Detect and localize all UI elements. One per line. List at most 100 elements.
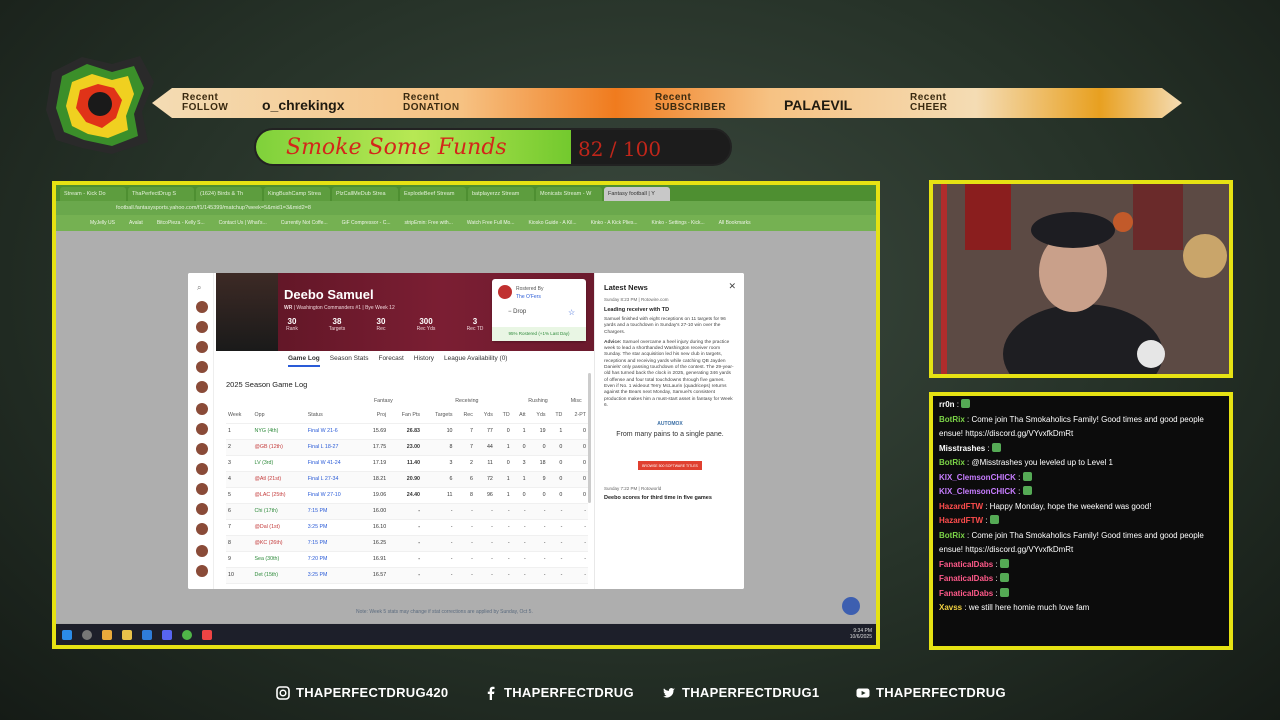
column-header[interactable]: Opp [252,408,306,424]
avatar[interactable] [196,341,208,353]
tab-game-log[interactable]: Game Log [288,355,320,367]
column-header[interactable]: Rec [454,408,475,424]
bookmark[interactable]: GiF Compressor - C... [342,220,391,231]
avatar[interactable] [196,463,208,475]
ad-automox[interactable]: AUTOMOX From many pains to a single pane… [604,421,736,471]
bookmark-all[interactable]: All Bookmarks [719,220,751,231]
avatar[interactable] [196,423,208,435]
table-scrollbar[interactable] [588,373,591,503]
chrome-green-icon[interactable] [182,629,192,640]
column-header[interactable]: Status [305,408,362,424]
windows-start-icon[interactable] [62,629,72,640]
chat-username[interactable]: KIX_ClemsonCHICK [939,473,1016,482]
column-header[interactable]: Targets [422,408,455,424]
table-cell[interactable]: @Dal (1st) [252,519,306,536]
bookmark[interactable]: MyJelly US [90,220,115,231]
chat-bubble-icon[interactable] [842,597,860,615]
bookmark[interactable]: Kinko - Settings - Kick... [652,220,705,231]
column-header[interactable]: 2-PT [564,408,588,424]
avatar[interactable] [196,565,208,577]
avatar[interactable] [196,301,208,313]
column-header[interactable]: Yds [527,408,548,424]
bookmark[interactable]: BitcoPieza - Kelly S... [157,220,205,231]
table-cell[interactable]: Final W 21-6 [305,423,362,440]
chat-username[interactable]: BotRix [939,531,965,540]
table-cell[interactable]: Final L 18-27 [305,439,362,456]
browser-tab[interactable]: ThaPerfectDrug S [128,187,194,201]
column-header[interactable]: Att [511,408,528,424]
browser-tab[interactable]: PlzCallMeDub Strea [332,187,398,201]
tab-season-stats[interactable]: Season Stats [330,355,369,367]
browser-tab[interactable]: ExplodeBeef Stream [400,187,466,201]
bookmark[interactable]: Contact Us | What's... [219,220,267,231]
column-header[interactable]: Yds [474,408,495,424]
browser-tab[interactable]: Monicats Stream - W [536,187,602,201]
chat-username[interactable]: HazardFTW [939,516,983,525]
browser-tab[interactable]: (1624) Birds & Th [196,187,262,201]
table-cell[interactable]: 7:15 PM [305,503,362,520]
drop-button[interactable]: − Drop [508,309,526,315]
chat-username[interactable]: rr0n [939,400,955,409]
column-header[interactable]: Fan Pts [388,408,423,424]
avatar[interactable] [196,503,208,515]
table-cell[interactable]: Final W 41-24 [305,455,362,472]
browser-tab[interactable]: batplayerzz Stream [468,187,534,201]
avatar[interactable] [196,523,208,535]
table-cell[interactable]: 3:25 PM [305,519,362,536]
star-icon[interactable]: ☆ [568,308,575,317]
bookmark[interactable]: Currently Not Coffe... [281,220,328,231]
tab-forecast[interactable]: Forecast [378,355,403,367]
table-cell[interactable]: LV (3rd) [252,455,306,472]
store-icon[interactable] [142,629,152,640]
avatar[interactable] [196,483,208,495]
bookmark[interactable]: Avalat [129,220,143,231]
chat-username[interactable]: BotRix [939,415,965,424]
table-cell[interactable]: @LAC (25th) [252,487,306,504]
tab-league-availability[interactable]: League Availability (0) [444,355,507,367]
chat-username[interactable]: KIX_ClemsonCHICK [939,487,1016,496]
avatar[interactable] [196,403,208,415]
search-icon[interactable] [82,629,92,640]
bookmark[interactable]: stripEmin: Free with... [405,220,453,231]
column-header[interactable]: TD [547,408,565,424]
chat-username[interactable]: FanaticalDabs [939,574,993,583]
browser-tab[interactable]: Stream - Kick Do [60,187,126,201]
table-cell[interactable]: 7:20 PM [305,551,362,568]
bookmark[interactable]: Kiosko Guide - A Kil... [528,220,576,231]
folder-icon[interactable] [122,629,132,640]
avatar[interactable] [196,361,208,373]
table-cell[interactable]: 7:15 PM [305,535,362,552]
column-header[interactable]: Week [226,408,253,424]
table-cell[interactable]: @Atl (21st) [252,471,306,488]
table-cell[interactable]: Sea (30th) [252,551,306,568]
table-cell[interactable]: NYG (4th) [252,423,306,440]
ad-button[interactable]: BROWSE 500 SOFTWARE TITLES [638,461,702,471]
column-header[interactable]: Proj [361,408,389,424]
discord-icon[interactable] [162,629,172,640]
avatar[interactable] [196,321,208,333]
chrome-icon[interactable] [102,629,112,640]
avatar[interactable] [196,443,208,455]
search-icon[interactable]: ⌕ [197,283,201,293]
column-header[interactable]: TD [494,408,512,424]
table-cell[interactable]: Chi (17th) [252,503,306,520]
bookmark[interactable]: Watch Free Full Mo... [467,220,515,231]
table-cell[interactable]: Final W 27-10 [305,487,362,504]
rostered-team-link[interactable]: The O'Fers [516,294,541,300]
table-cell[interactable]: @KC (26th) [252,535,306,552]
table-cell[interactable]: @GB (12th) [252,439,306,456]
address-bar[interactable]: football.fantasysports.yahoo.com/f1/1453… [56,201,876,215]
chat-username[interactable]: FanaticalDabs [939,560,993,569]
obs-icon[interactable] [202,629,212,640]
avatar[interactable] [196,381,208,393]
close-icon[interactable]: ✕ [728,281,736,292]
browser-tab-active[interactable]: Fantasy football | Y [604,187,670,201]
chat-username[interactable]: BotRix [939,458,965,467]
chat-username[interactable]: Misstrashes [939,444,985,453]
tab-history[interactable]: History [414,355,434,367]
table-cell[interactable]: 3:25 PM [305,567,362,584]
chat-username[interactable]: FanaticalDabs [939,589,993,598]
table-cell[interactable]: Final L 27-34 [305,471,362,488]
table-cell[interactable]: Det (15th) [252,567,306,584]
chat-username[interactable]: Xavss [939,603,962,612]
